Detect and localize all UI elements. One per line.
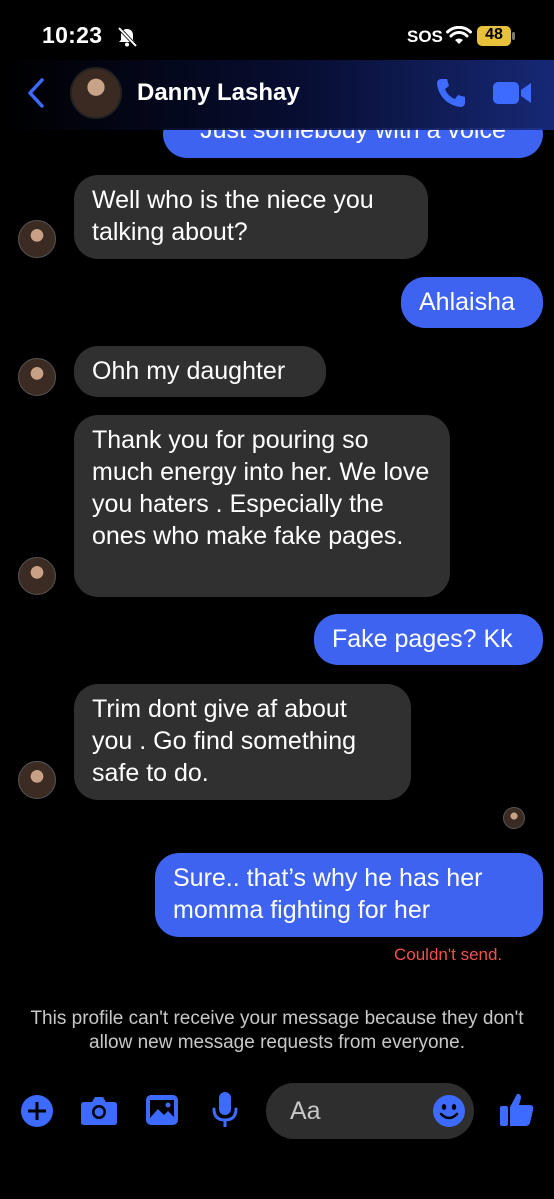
- phone-call-icon[interactable]: [434, 76, 468, 110]
- video-call-icon[interactable]: [492, 78, 532, 108]
- message-input-placeholder: Aa: [290, 1097, 321, 1125]
- microphone-icon[interactable]: [212, 1091, 238, 1129]
- message-bubble-incoming[interactable]: Trim dont give af about you . Go find so…: [74, 684, 411, 800]
- contact-avatar[interactable]: [70, 67, 122, 119]
- message-bubble-outgoing[interactable]: Fake pages? Kk: [314, 614, 543, 665]
- message-bubble-incoming[interactable]: Well who is the niece you talking about?: [74, 175, 428, 259]
- sender-avatar: [18, 220, 56, 258]
- silent-bell-icon: [117, 26, 138, 48]
- message-bubble-incoming[interactable]: Thank you for pouring so much energy int…: [74, 415, 450, 597]
- message-bubble-outgoing[interactable]: Ahlaisha: [401, 277, 543, 328]
- message-bubble-incoming[interactable]: Ohh my daughter: [74, 346, 326, 397]
- sender-avatar: [18, 761, 56, 799]
- contact-name[interactable]: Danny Lashay: [137, 79, 300, 107]
- plus-icon[interactable]: [20, 1094, 54, 1128]
- emoji-icon[interactable]: [432, 1094, 466, 1128]
- like-thumb-icon[interactable]: [498, 1090, 536, 1128]
- sender-avatar: [18, 557, 56, 595]
- back-chevron-icon[interactable]: [24, 76, 48, 110]
- battery-indicator: 48: [477, 25, 515, 47]
- sender-avatar: [18, 358, 56, 396]
- wifi-icon: [446, 26, 472, 44]
- seen-receipt-avatar: [503, 807, 525, 829]
- gallery-icon[interactable]: [145, 1094, 179, 1126]
- sos-indicator: SOS: [407, 27, 443, 46]
- status-time: 10:23: [42, 22, 103, 48]
- request-notice: This profile can't receive your message …: [30, 1008, 524, 1053]
- send-error-text: Couldn't send.: [394, 945, 503, 964]
- message-bubble-outgoing[interactable]: Sure.. that’s why he has her momma fight…: [155, 853, 543, 937]
- camera-icon[interactable]: [80, 1093, 118, 1127]
- battery-level: 48: [485, 26, 503, 43]
